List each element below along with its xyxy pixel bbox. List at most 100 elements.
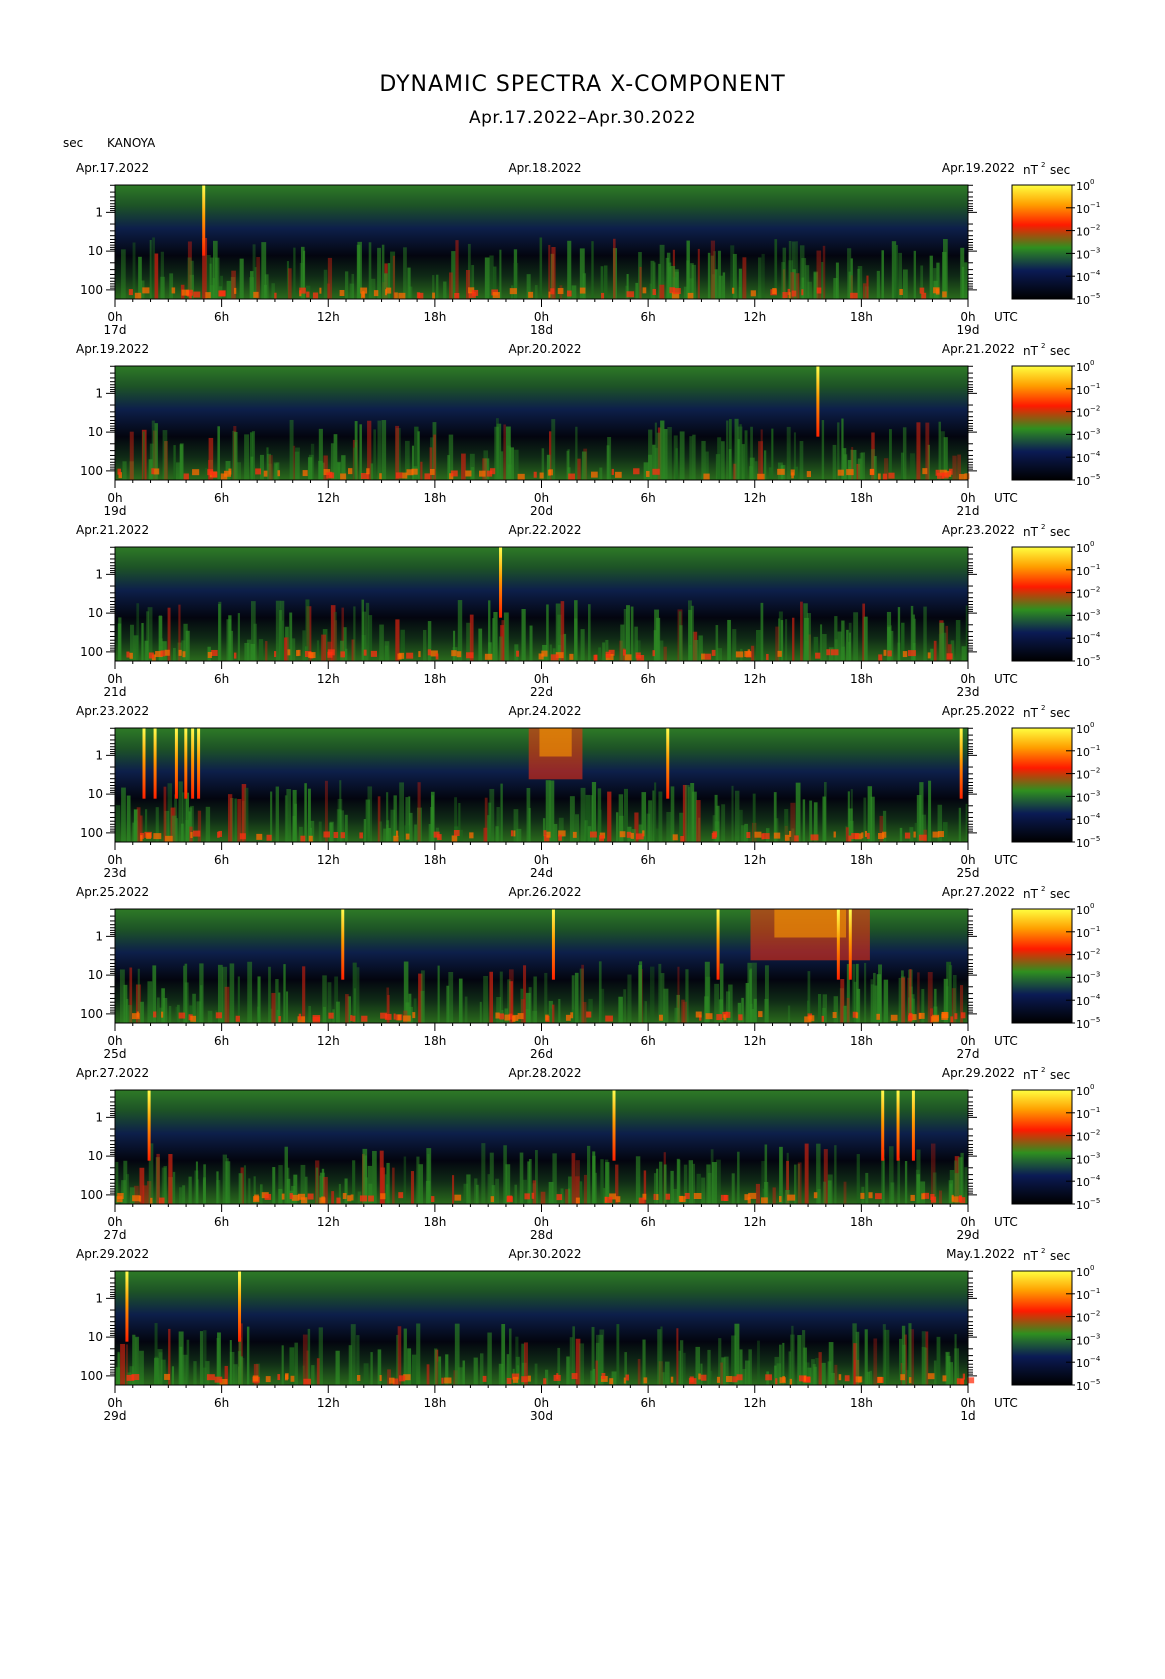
colorbar-unit-label: nT: [1023, 344, 1039, 358]
x-unit-label: UTC: [994, 1396, 1018, 1410]
x-tick-label: 6h: [641, 1034, 656, 1048]
colorbar-tick-exponent: −3: [1090, 1151, 1100, 1159]
y-tick-label: 1: [95, 929, 103, 943]
x-tick-label: 6h: [641, 310, 656, 324]
colorbar-tick-label: 10: [1076, 972, 1090, 985]
y-tick-label: 100: [80, 645, 103, 659]
y-tick-label: 100: [80, 1369, 103, 1383]
x-unit-label: UTC: [994, 310, 1018, 324]
day-right-label: 1d: [960, 1409, 975, 1423]
y-tick-label: 10: [88, 1149, 103, 1163]
day-mid-label: 28d: [530, 1228, 553, 1242]
colorbar-tick-exponent: −1: [1090, 1106, 1100, 1114]
y-tick-label: 1: [95, 1291, 103, 1305]
spike-mark: [666, 728, 670, 799]
spectrogram-panel: Apr.19.2022 Apr.20.2022 Apr.21.2022 nT 2 sec 1…: [76, 342, 1101, 518]
colorbar-tick-label: 10: [1076, 950, 1090, 963]
colorbar-tick-label: 10: [1076, 429, 1090, 442]
spike-mark: [881, 1090, 885, 1161]
colorbar-tick-exponent: −1: [1090, 744, 1100, 752]
colorbar-tick-exponent: −2: [1090, 948, 1100, 956]
x-unit-label: UTC: [994, 491, 1018, 505]
colorbar-tick-label: 10: [1076, 1289, 1090, 1302]
x-tick-label: 12h: [317, 1034, 340, 1048]
spectrogram-panel: Apr.17.2022 Apr.18.2022 Apr.19.2022 nT 2 sec 1…: [76, 161, 1101, 337]
x-tick-label: 6h: [214, 672, 229, 686]
x-tick-label: 0h: [534, 1034, 549, 1048]
colorbar-tick-label: 10: [1076, 226, 1090, 239]
colorbar-tick-exponent: −1: [1090, 563, 1100, 571]
spike-mark: [911, 1090, 915, 1161]
y-tick-label: 10: [88, 787, 103, 801]
x-tick-label: 0h: [960, 1034, 975, 1048]
colorbar-tick-label: 10: [1076, 1085, 1090, 1098]
x-tick-label: 6h: [214, 1396, 229, 1410]
x-tick-label: 12h: [743, 1396, 766, 1410]
x-tick-label: 0h: [107, 1396, 122, 1410]
spike-mark: [153, 728, 157, 799]
colorbar-tick-exponent: 0: [1090, 359, 1094, 367]
colorbar-tick-exponent: −4: [1090, 1174, 1101, 1182]
x-tick-label: 0h: [107, 672, 122, 686]
colorbar-tick-exponent: −3: [1090, 608, 1100, 616]
colorbar-tick-label: 10: [1076, 475, 1090, 488]
date-left-label: Apr.23.2022: [76, 704, 149, 718]
date-mid-label: Apr.26.2022: [508, 885, 581, 899]
x-tick-label: 18h: [423, 310, 446, 324]
x-tick-label: 12h: [317, 1396, 340, 1410]
colorbar-tick-exponent: −4: [1090, 812, 1101, 820]
day-mid-label: 18d: [530, 323, 553, 337]
day-left-label: 21d: [104, 685, 127, 699]
colorbar-tick-label: 10: [1076, 565, 1090, 578]
colorbar-tick-label: 10: [1076, 633, 1090, 646]
spike-mark: [612, 1090, 616, 1161]
y-tick-label: 10: [88, 606, 103, 620]
spike-mark: [499, 547, 503, 618]
day-right-label: 19d: [957, 323, 980, 337]
colorbar-tick-exponent: −2: [1090, 1129, 1100, 1137]
colorbar-tick-exponent: 0: [1090, 1083, 1094, 1091]
y-tick-label: 10: [88, 1330, 103, 1344]
date-left-label: Apr.25.2022: [76, 885, 149, 899]
x-unit-label: UTC: [994, 1215, 1018, 1229]
colorbar: 10 010 −110 −210 −310 −410 −5: [1011, 721, 1101, 850]
spike-mark: [896, 1090, 900, 1161]
day-right-label: 21d: [957, 504, 980, 518]
x-tick-label: 18h: [850, 1396, 873, 1410]
colorbar-unit-label: nT: [1023, 1068, 1039, 1082]
x-tick-label: 6h: [641, 491, 656, 505]
date-right-label: Apr.29.2022: [942, 1066, 1015, 1080]
spike-mark: [125, 1271, 129, 1342]
colorbar-tick-exponent: −5: [1090, 835, 1100, 843]
x-tick-label: 18h: [423, 672, 446, 686]
y-tick-label: 10: [88, 244, 103, 258]
x-tick-label: 12h: [317, 1215, 340, 1229]
colorbar-tick-exponent: −5: [1090, 473, 1100, 481]
colorbar-tick-exponent: 0: [1090, 902, 1094, 910]
x-tick-label: 0h: [960, 1215, 975, 1229]
x-tick-label: 6h: [214, 853, 229, 867]
x-tick-label: 12h: [743, 1034, 766, 1048]
colorbar-tick-exponent: −2: [1090, 224, 1100, 232]
y-tick-label: 10: [88, 968, 103, 982]
colorbar-unit-exponent: 2: [1041, 342, 1045, 350]
colorbar-unit-exponent: 2: [1041, 1247, 1045, 1255]
colorbar-tick-exponent: −4: [1090, 1355, 1101, 1363]
date-mid-label: Apr.18.2022: [508, 161, 581, 175]
x-tick-label: 18h: [850, 853, 873, 867]
spike-mark: [184, 728, 188, 799]
colorbar-tick-label: 10: [1076, 995, 1090, 1008]
date-left-label: Apr.21.2022: [76, 523, 149, 537]
day-left-label: 19d: [104, 504, 127, 518]
colorbar-tick-label: 10: [1076, 294, 1090, 307]
y-tick-label: 100: [80, 826, 103, 840]
spectrogram-panel: Apr.25.2022 Apr.26.2022 Apr.27.2022 nT 2 sec 1…: [76, 885, 1101, 1061]
spectrogram-panels: Apr.17.2022 Apr.18.2022 Apr.19.2022 nT 2 sec1…: [76, 161, 1101, 1423]
y-tick-label: 1: [95, 205, 103, 219]
x-tick-label: 12h: [743, 491, 766, 505]
spike-mark: [848, 909, 852, 980]
date-mid-label: Apr.24.2022: [508, 704, 581, 718]
x-tick-label: 0h: [534, 1215, 549, 1229]
colorbar-tick-label: 10: [1076, 361, 1090, 374]
spike-mark: [816, 366, 820, 437]
